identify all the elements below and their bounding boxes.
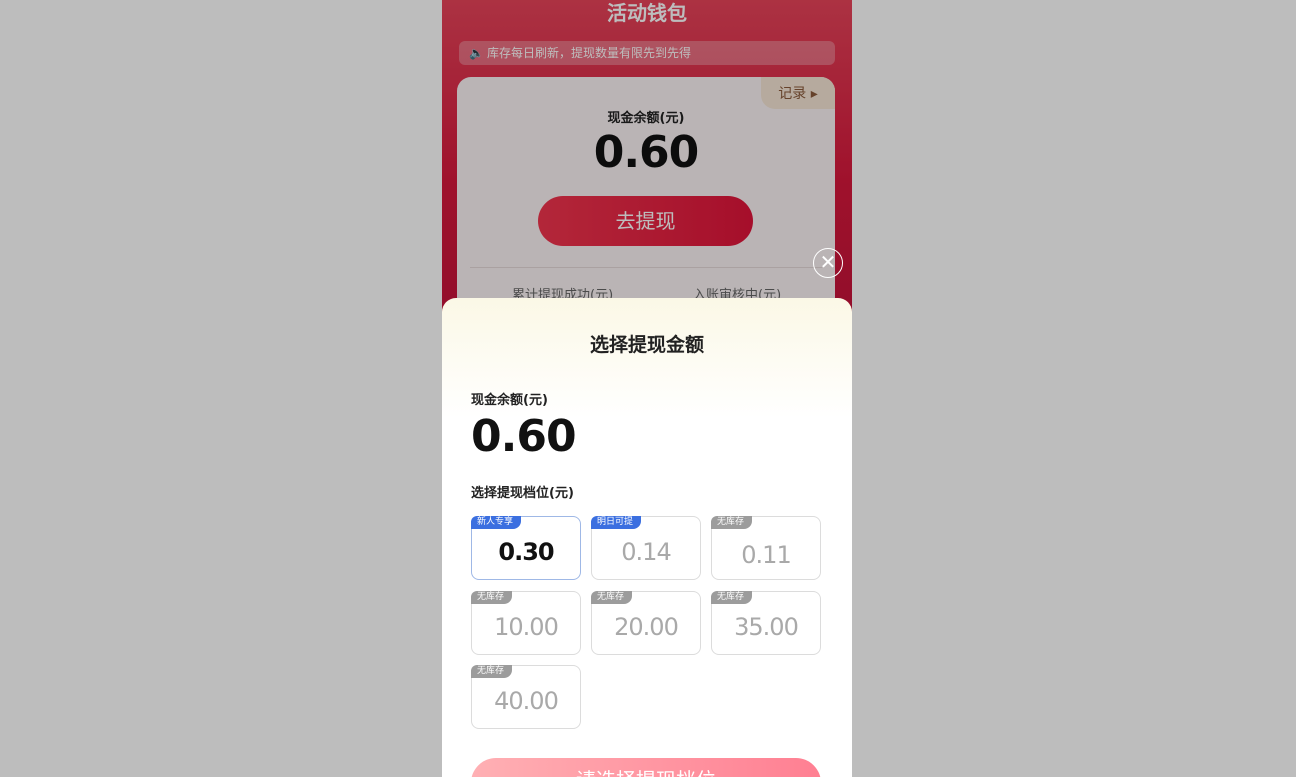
tier-tag: 无库存 bbox=[711, 516, 753, 529]
tier-tag: 无库存 bbox=[591, 591, 633, 604]
sheet-balance-label: 现金余额(元) bbox=[471, 393, 548, 408]
tier-tag: 无库存 bbox=[711, 591, 753, 604]
app-screen: 活动钱包 🔈 库存每日刷新，提现数量有限先到先得 记录 ▸ 现金余额(元) 0.6… bbox=[442, 0, 852, 777]
tier-tag: 明日可提 bbox=[591, 516, 642, 529]
tier-section-label: 选择提现档位(元) bbox=[471, 486, 574, 501]
tier-value: 0.11 bbox=[741, 541, 791, 569]
sheet-title: 选择提现金额 bbox=[589, 334, 704, 356]
sheet-balance-amount: 0.60 bbox=[471, 411, 577, 462]
tier-value: 20.00 bbox=[614, 613, 679, 641]
tier-value: 0.30 bbox=[498, 538, 554, 566]
tier-option-0-30[interactable]: 新人专享 0.30 bbox=[471, 516, 581, 580]
tier-value: 35.00 bbox=[734, 613, 799, 641]
tier-value: 0.14 bbox=[621, 538, 671, 566]
tier-value: 40.00 bbox=[494, 687, 559, 715]
tier-tag: 无库存 bbox=[471, 591, 513, 604]
close-icon[interactable]: ✕ bbox=[813, 248, 843, 278]
tier-tag: 无库存 bbox=[471, 665, 513, 678]
tier-value: 10.00 bbox=[494, 613, 559, 641]
tier-option-0-11[interactable]: 无库存 0.11 bbox=[711, 516, 821, 580]
tier-option-40[interactable]: 无库存 40.00 bbox=[471, 665, 581, 729]
withdraw-sheet: 选择提现金额 现金余额(元) 0.60 选择提现档位(元) 新人专享 0.30 … bbox=[442, 298, 852, 777]
tier-option-35[interactable]: 无库存 35.00 bbox=[711, 591, 821, 655]
tier-option-20[interactable]: 无库存 20.00 bbox=[591, 591, 701, 655]
confirm-withdraw-button[interactable]: 请选择提现档位 bbox=[471, 758, 821, 777]
tier-tag: 新人专享 bbox=[471, 516, 522, 529]
tier-option-10[interactable]: 无库存 10.00 bbox=[471, 591, 581, 655]
tier-option-0-14[interactable]: 明日可提 0.14 bbox=[591, 516, 701, 580]
